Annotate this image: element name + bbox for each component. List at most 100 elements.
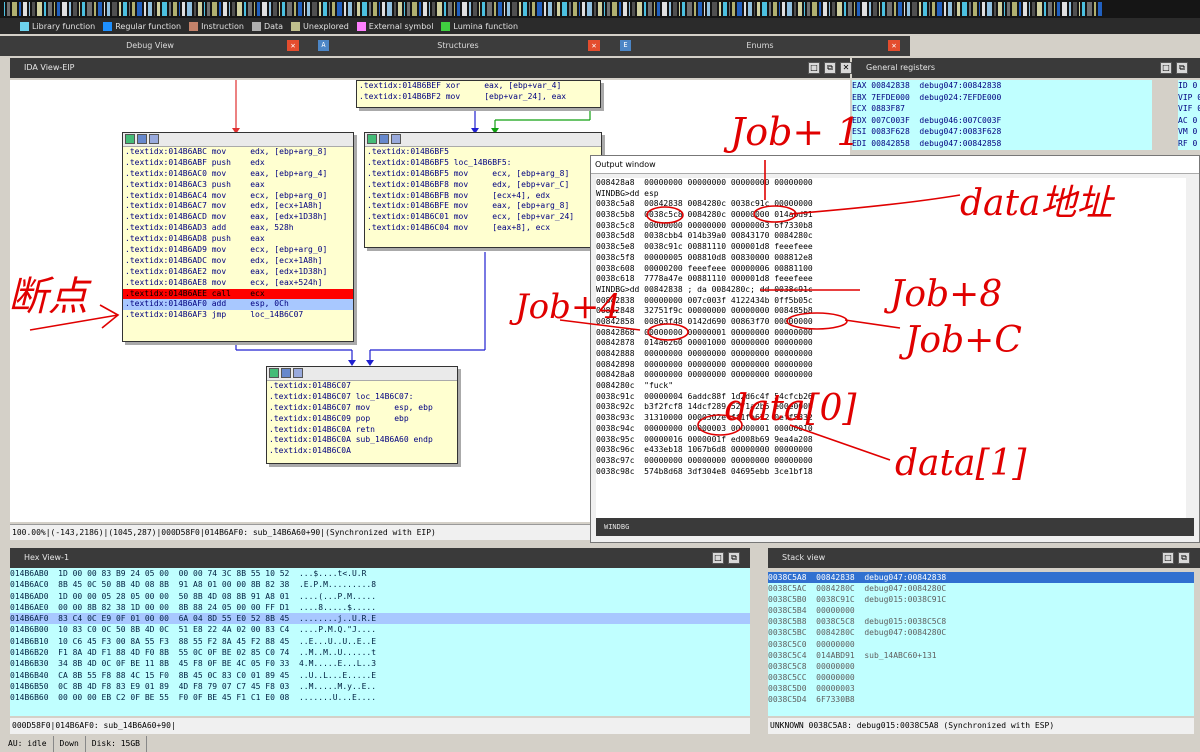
asm-line[interactable]: .textidx:014B6ABF push edx bbox=[123, 158, 353, 169]
stack-row[interactable]: 0038C5B8 0038C5C8 debug015:0038C5C8 bbox=[768, 616, 1194, 627]
asm-line[interactable]: .textidx:014B6AC3 push eax bbox=[123, 180, 353, 191]
minimize-icon[interactable]: □ bbox=[1162, 552, 1174, 564]
output-line[interactable]: 0038c5c8 00000000 00000000 00000003 6f73… bbox=[596, 221, 1186, 232]
minimize-icon[interactable]: □ bbox=[1160, 62, 1172, 74]
hex-row[interactable]: 014B6B40 CA 8B 55 F8 88 4C 15 F0 8B 45 0… bbox=[10, 670, 750, 681]
stack-row[interactable]: 0038C5C4 014ABD91 sub_14ABC60+131 bbox=[768, 650, 1194, 661]
stack-row[interactable]: 0038C5C0 00000000 bbox=[768, 639, 1194, 650]
hex-row[interactable]: 014B6B60 00 00 00 EB C2 0F BE 55 F0 0F B… bbox=[10, 692, 750, 703]
hex-row[interactable]: 014B6B10 10 C6 45 F3 00 8A 55 F3 88 55 F… bbox=[10, 636, 750, 647]
output-line[interactable]: 00842838 00000000 007c003f 4122434b 0ff5… bbox=[596, 296, 1186, 307]
stack-row[interactable]: 0038C5D4 6F7330B8 bbox=[768, 694, 1194, 705]
asm-line[interactable]: .textidx:014B6AC7 mov edx, [ecx+1A8h] bbox=[123, 201, 353, 212]
output-line[interactable]: 0038c96c e433eb18 1067b6d8 00000000 0000… bbox=[596, 445, 1186, 456]
output-line[interactable]: 00842868 00000000 00000001 00000000 0000… bbox=[596, 328, 1186, 339]
asm-line[interactable]: .textidx:014B6BFE mov eax, [ebp+arg_8] bbox=[365, 201, 601, 212]
asm-line[interactable]: .textidx:014B6C0A sub_14B6A60 endp bbox=[267, 435, 457, 446]
minimize-icon[interactable]: □ bbox=[808, 62, 820, 74]
stack-row[interactable]: 0038C5B0 0038C91C debug015:0038C91C bbox=[768, 594, 1194, 605]
output-window[interactable]: Output window 008428a8 00000000 00000000… bbox=[590, 155, 1200, 543]
asm-line[interactable]: .textidx:014B6AD9 mov ecx, [ebp+arg_0] bbox=[123, 245, 353, 256]
minimize-icon[interactable]: □ bbox=[712, 552, 724, 564]
tab-structures[interactable]: Structures bbox=[318, 36, 598, 56]
output-line[interactable]: 0038c97c 00000000 00000000 00000000 0000… bbox=[596, 456, 1186, 467]
graph-node-bottom[interactable]: .textidx:014B6C07 .textidx:014B6C07 loc_1… bbox=[266, 366, 458, 464]
overview-navigator[interactable] bbox=[0, 0, 1200, 18]
flag-row[interactable]: VIP 0 bbox=[1178, 92, 1200, 104]
stack-row[interactable]: 0038C5AC 0084280C debug047:0084280C bbox=[768, 583, 1194, 594]
asm-line[interactable]: .textidx:014B6AF3 jmp loc_14B6C07 bbox=[123, 310, 353, 321]
register-row[interactable]: EDI 00842858 debug047:00842858 bbox=[852, 138, 1152, 150]
flag-row[interactable]: AC 0 bbox=[1178, 115, 1200, 127]
asm-line[interactable]: .textidx:014B6AD3 add eax, 528h bbox=[123, 223, 353, 234]
register-row[interactable]: ECX 0883F87 bbox=[852, 103, 1152, 115]
output-line[interactable]: 0038c5a8 00842838 0084280c 0038c91c 0000… bbox=[596, 199, 1186, 210]
restore-icon[interactable]: ⧉ bbox=[728, 552, 740, 564]
asm-line[interactable]: .textidx:014B6BF5 bbox=[365, 147, 601, 158]
output-line[interactable]: 0038c608 00000200 feeefeee 00000006 0088… bbox=[596, 264, 1186, 275]
output-line[interactable]: 0038c5d8 0038cbb4 014b39a0 00843170 0084… bbox=[596, 231, 1186, 242]
output-line[interactable]: 00842858 00863f48 0142d690 00863f70 0000… bbox=[596, 317, 1186, 328]
asm-line[interactable]: .textidx:014B6ACD mov eax, [edx+1D38h] bbox=[123, 212, 353, 223]
asm-line[interactable]: .textidx:014B6C07 bbox=[267, 381, 457, 392]
stack-row[interactable]: 0038C5A8 00842838 debug047:00842838 bbox=[768, 572, 1194, 584]
output-line[interactable]: 0084280c "fuck" bbox=[596, 381, 1186, 392]
close-icon[interactable]: ✕ bbox=[888, 40, 900, 51]
flag-row[interactable]: RF 0 bbox=[1178, 138, 1200, 150]
output-line[interactable]: WINDBG>dd esp bbox=[596, 189, 1186, 200]
registers-panel[interactable]: EAX 00842838 debug047:00842838 EBX 7EFDE0… bbox=[852, 80, 1152, 150]
tab-debug-view[interactable]: Debug View bbox=[0, 36, 300, 56]
restore-icon[interactable]: ⧉ bbox=[1176, 62, 1188, 74]
asm-line[interactable]: .textidx:014B6AE2 mov eax, [edx+1D38h] bbox=[123, 267, 353, 278]
output-line[interactable]: WINDBG>dd 00842838 ; da 0084280c; dd 003… bbox=[596, 285, 1186, 296]
asm-line[interactable]: .textidx:014B6C01 mov ecx, [ebp+var_24] bbox=[365, 212, 601, 223]
register-row[interactable]: EAX 00842838 debug047:00842838 bbox=[852, 80, 1152, 92]
flag-row[interactable]: VIF 0 bbox=[1178, 103, 1200, 115]
output-line[interactable]: 0038c91c 00000004 6addc88f 1d2d6c4f 54cf… bbox=[596, 392, 1186, 403]
asm-line[interactable]: .textidx:014B6BF2 mov [ebp+var_24], eax bbox=[357, 92, 600, 103]
close-icon[interactable]: ✕ bbox=[840, 62, 852, 74]
asm-line[interactable]: .textidx:014B6BF8 mov edx, [ebp+var_C] bbox=[365, 180, 601, 191]
hex-row[interactable]: 014B6B20 F1 8A 4D F1 88 4D F0 8B 55 0C 0… bbox=[10, 647, 750, 658]
stack-view-panel[interactable]: 0038C5A8 00842838 debug047:00842838 0038C… bbox=[768, 572, 1194, 716]
restore-icon[interactable]: ⧉ bbox=[1178, 552, 1190, 564]
output-line[interactable]: 00842848 32751f9c 00000000 00000000 0084… bbox=[596, 306, 1186, 317]
asm-line[interactable]: .textidx:014B6AEE call ecx bbox=[123, 288, 353, 300]
output-line[interactable]: 0038c5b8 0038c5c8 0084280c 00000000 014a… bbox=[596, 210, 1186, 221]
asm-line[interactable]: .textidx:014B6C07 loc_14B6C07: bbox=[267, 392, 457, 403]
asm-line[interactable]: .textidx:014B6C0A retn bbox=[267, 425, 457, 436]
close-icon[interactable]: ✕ bbox=[588, 40, 600, 51]
asm-line[interactable]: .textidx:014B6C0A bbox=[267, 446, 457, 457]
output-line[interactable]: 0038c95c 00000016 0000001f ed008b69 9ea4… bbox=[596, 435, 1186, 446]
output-text[interactable]: 008428a8 00000000 00000000 00000000 0000… bbox=[596, 178, 1186, 518]
register-row[interactable]: ESI 0083F628 debug047:0083F628 bbox=[852, 126, 1152, 138]
flag-row[interactable]: ID 0 bbox=[1178, 80, 1200, 92]
stack-row[interactable]: 0038C5C8 00000000 bbox=[768, 661, 1194, 672]
asm-line[interactable]: .textidx:014B6ABC mov edx, [ebp+arg_8] bbox=[123, 147, 353, 158]
register-row[interactable]: EBX 7EFDE000 debug024:7EFDE000 bbox=[852, 92, 1152, 104]
asm-line[interactable]: .textidx:014B6ADC mov edx, [ecx+1A8h] bbox=[123, 256, 353, 267]
output-line[interactable]: 0038c5e8 0038c91c 00881110 000001d8 feee… bbox=[596, 242, 1186, 253]
stack-row[interactable]: 0038C5D0 00000003 bbox=[768, 683, 1194, 694]
restore-icon[interactable]: ⧉ bbox=[824, 62, 836, 74]
hex-row[interactable]: 014B6AB0 1D 00 00 83 B9 24 05 00 00 00 7… bbox=[10, 568, 750, 579]
asm-line[interactable]: .textidx:014B6AC4 mov ecx, [ebp+arg_0] bbox=[123, 191, 353, 202]
asm-line[interactable]: .textidx:014B6C09 pop ebp bbox=[267, 414, 457, 425]
hex-row[interactable]: 014B6AE0 00 00 8B 82 38 1D 00 00 8B 88 2… bbox=[10, 602, 750, 613]
output-line[interactable]: 0038c92c b3f2fcf8 14dcf289 5271a2b5 e00e… bbox=[596, 402, 1186, 413]
output-line[interactable]: 0038c93c 31310000 0000302e ff1fe622 0eff… bbox=[596, 413, 1186, 424]
asm-line[interactable]: .textidx:014B6AC0 mov eax, [ebp+arg_4] bbox=[123, 169, 353, 180]
close-icon[interactable]: ✕ bbox=[287, 40, 299, 51]
command-line[interactable]: WINDBG bbox=[596, 518, 1194, 536]
asm-line[interactable]: .textidx:014B6BF5 loc_14B6BF5: bbox=[365, 158, 601, 169]
output-line[interactable]: 008428a8 00000000 00000000 00000000 0000… bbox=[596, 370, 1186, 381]
output-line[interactable]: 00842888 00000000 00000000 00000000 0000… bbox=[596, 349, 1186, 360]
stack-row[interactable]: 0038C5CC 00000000 bbox=[768, 672, 1194, 683]
asm-line[interactable]: .textidx:014B6AF0 add esp, 0Ch bbox=[123, 299, 353, 311]
asm-line[interactable]: .textidx:014B6BFB mov [ecx+4], edx bbox=[365, 191, 601, 202]
output-line[interactable]: 008428a8 00000000 00000000 00000000 0000… bbox=[596, 178, 1186, 189]
hex-row[interactable]: 014B6B30 34 8B 4D 0C 0F BE 11 8B 45 F8 0… bbox=[10, 658, 750, 669]
asm-line[interactable]: .textidx:014B6AE8 mov ecx, [eax+524h] bbox=[123, 278, 353, 289]
asm-line[interactable]: .textidx:014B6BEF xor eax, [ebp+var_4] bbox=[357, 81, 600, 92]
register-row[interactable]: EDX 007C003F debug046:007C003F bbox=[852, 115, 1152, 127]
